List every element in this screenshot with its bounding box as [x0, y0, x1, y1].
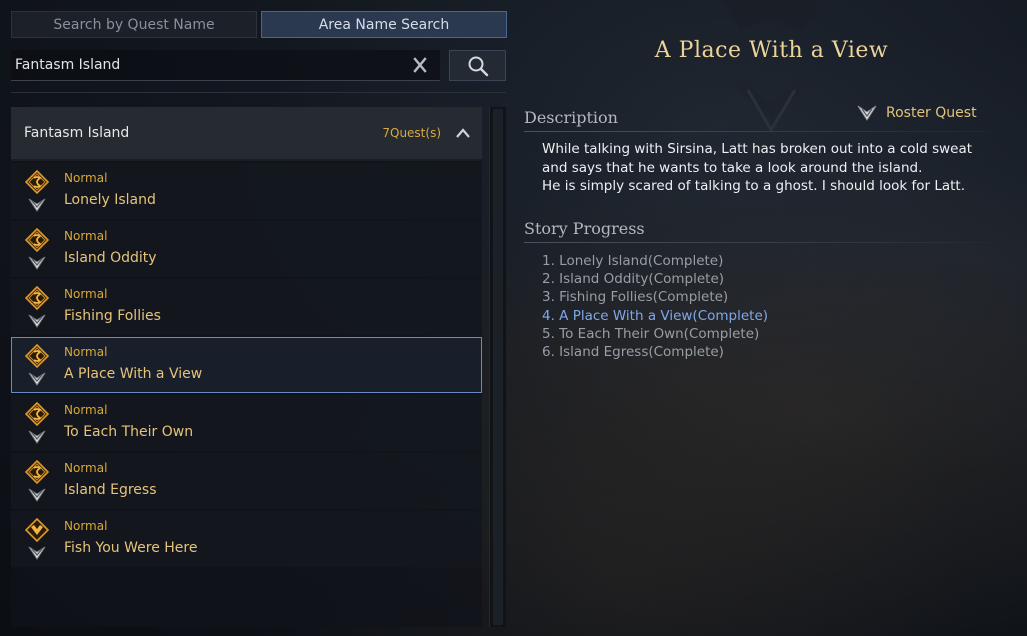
story-progress-heading: Story Progress	[524, 219, 645, 238]
quest-group-title: Fantasm Island	[24, 125, 130, 141]
quest-list-item[interactable]: Normal Island Egress	[11, 453, 482, 509]
quest-name: To Each Their Own	[64, 424, 194, 440]
roster-quest-icon	[28, 314, 46, 328]
roster-quest-icon	[28, 256, 46, 270]
description-line: While talking with Sirsina, Latt has bro…	[542, 141, 973, 157]
quest-list-item[interactable]: Normal A Place With a View	[11, 337, 482, 393]
quest-grade: Normal	[64, 171, 108, 185]
quest-list-item[interactable]: Normal Fishing Follies	[11, 279, 482, 335]
chevron-up-icon[interactable]	[456, 126, 470, 140]
quest-group-header[interactable]: Fantasm Island 7Quest(s)	[11, 107, 482, 161]
quest-grade: Normal	[64, 345, 108, 359]
story-quest-icon	[25, 402, 49, 426]
quest-count-badge: 7Quest(s)	[382, 126, 441, 140]
quest-type-label: Roster Quest	[886, 105, 977, 121]
story-quest-icon	[25, 344, 49, 368]
quest-list-item[interactable]: Normal To Each Their Own	[11, 395, 482, 451]
story-progress-item: 6. Island Egress(Complete)	[542, 344, 724, 361]
quest-grade: Normal	[64, 403, 108, 417]
quest-list-item[interactable]: Normal Fish You Were Here	[11, 511, 482, 567]
quest-name: Island Oddity	[64, 250, 157, 266]
roster-quest-icon	[857, 105, 877, 121]
story-progress-divider	[524, 242, 990, 243]
quest-detail-panel: A Place With a View Description Roster Q…	[516, 0, 1027, 636]
quest-name: Island Egress	[64, 482, 157, 498]
roster-quest-icon	[28, 372, 46, 386]
search-button[interactable]	[449, 50, 506, 81]
description-heading: Description	[524, 108, 618, 127]
description-divider	[524, 131, 990, 132]
story-quest-icon	[25, 460, 49, 484]
scrollbar[interactable]	[489, 107, 506, 627]
story-quest-icon	[25, 286, 49, 310]
roster-quest-icon	[28, 488, 46, 502]
clear-search-button[interactable]	[406, 51, 434, 79]
description-line: and says that he wants to take a look ar…	[542, 159, 923, 176]
search-input[interactable]	[11, 56, 406, 74]
title-ornament	[576, 0, 966, 133]
quest-grade: Normal	[64, 519, 108, 533]
quest-name: A Place With a View	[64, 366, 203, 382]
roster-quest-icon	[28, 546, 46, 560]
tab-area-name-search[interactable]: Area Name Search	[261, 11, 507, 38]
quest-grade: Normal	[64, 229, 108, 243]
quest-list: Fantasm Island 7Quest(s) Normal Lonely Is…	[11, 107, 482, 627]
roster-quest-icon	[28, 198, 46, 212]
quest-name: Fishing Follies	[64, 308, 161, 324]
story-progress-item: 3. Fishing Follies(Complete)	[542, 289, 729, 306]
story-progress-item: 1. Lonely Island(Complete)	[542, 253, 724, 269]
divider	[11, 92, 506, 93]
quest-search-panel: Search by Quest Name Area Name Search Fa…	[0, 0, 516, 636]
quest-title: A Place With a View	[654, 38, 889, 63]
scrollbar-thumb[interactable]	[493, 109, 503, 625]
story-progress-item: 4. A Place With a View(Complete)	[542, 307, 769, 324]
story-progress-list: 1. Lonely Island(Complete) 2. Island Oddi…	[542, 252, 768, 361]
quest-rows: Normal Lonely Island Normal Island Oddity No…	[11, 163, 482, 567]
story-quest-icon	[25, 228, 49, 252]
quest-description: While talking with Sirsina, Latt has bro…	[542, 140, 982, 196]
tab-search-by-quest-name[interactable]: Search by Quest Name	[11, 11, 257, 38]
quest-name: Lonely Island	[64, 192, 156, 208]
quest-list-item[interactable]: Normal Island Oddity	[11, 221, 482, 277]
story-progress-item: 2. Island Oddity(Complete)	[542, 271, 725, 288]
quest-grade: Normal	[64, 461, 108, 475]
quest-list-item[interactable]: Normal Lonely Island	[11, 163, 482, 219]
search-icon	[468, 56, 488, 76]
close-icon	[413, 57, 427, 73]
quest-grade: Normal	[64, 287, 108, 301]
quest-name: Fish You Were Here	[64, 540, 198, 556]
special-quest-icon	[25, 518, 49, 542]
story-quest-icon	[25, 170, 49, 194]
area-search-field	[11, 50, 440, 81]
description-line: He is simply scared of talking to a ghos…	[542, 178, 966, 194]
roster-quest-icon	[28, 430, 46, 444]
story-progress-item: 5. To Each Their Own(Complete)	[542, 325, 760, 342]
quest-type-badge: Roster Quest	[856, 104, 977, 122]
